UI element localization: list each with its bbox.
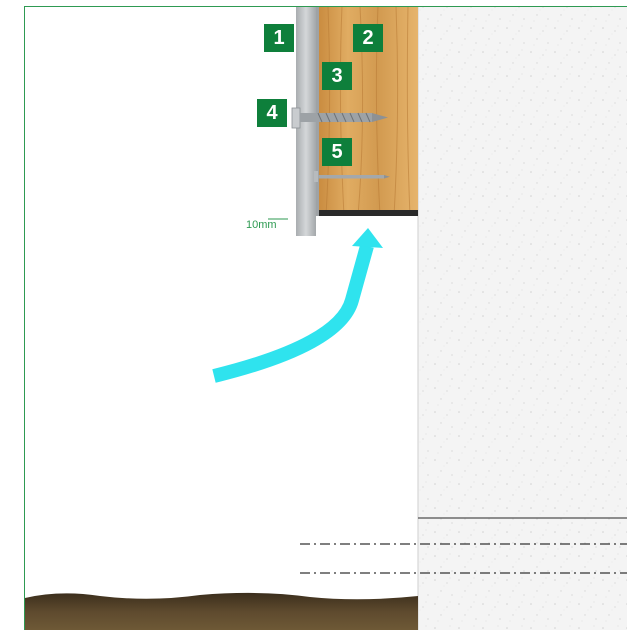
dimension-label: 10mm [246,219,277,231]
dimension-unit: mm [258,219,277,231]
label-4: 4 [257,99,287,127]
diagram-drawing [25,5,627,630]
label-3: 3 [322,62,352,90]
wall-panel [418,6,627,630]
airflow-arrow [212,228,383,383]
label-5: 5 [322,138,352,166]
metal-profile-leg [316,6,319,216]
insect-mesh [318,210,418,216]
label-1: 1 [264,24,294,52]
dimension-value: 10 [246,219,259,231]
soil-layer [25,592,418,630]
frame-top-border [24,6,627,7]
frame-left-border [24,6,25,630]
label-2: 2 [353,24,383,52]
diagram-stage: 1 2 3 4 5 10mm [0,0,627,630]
